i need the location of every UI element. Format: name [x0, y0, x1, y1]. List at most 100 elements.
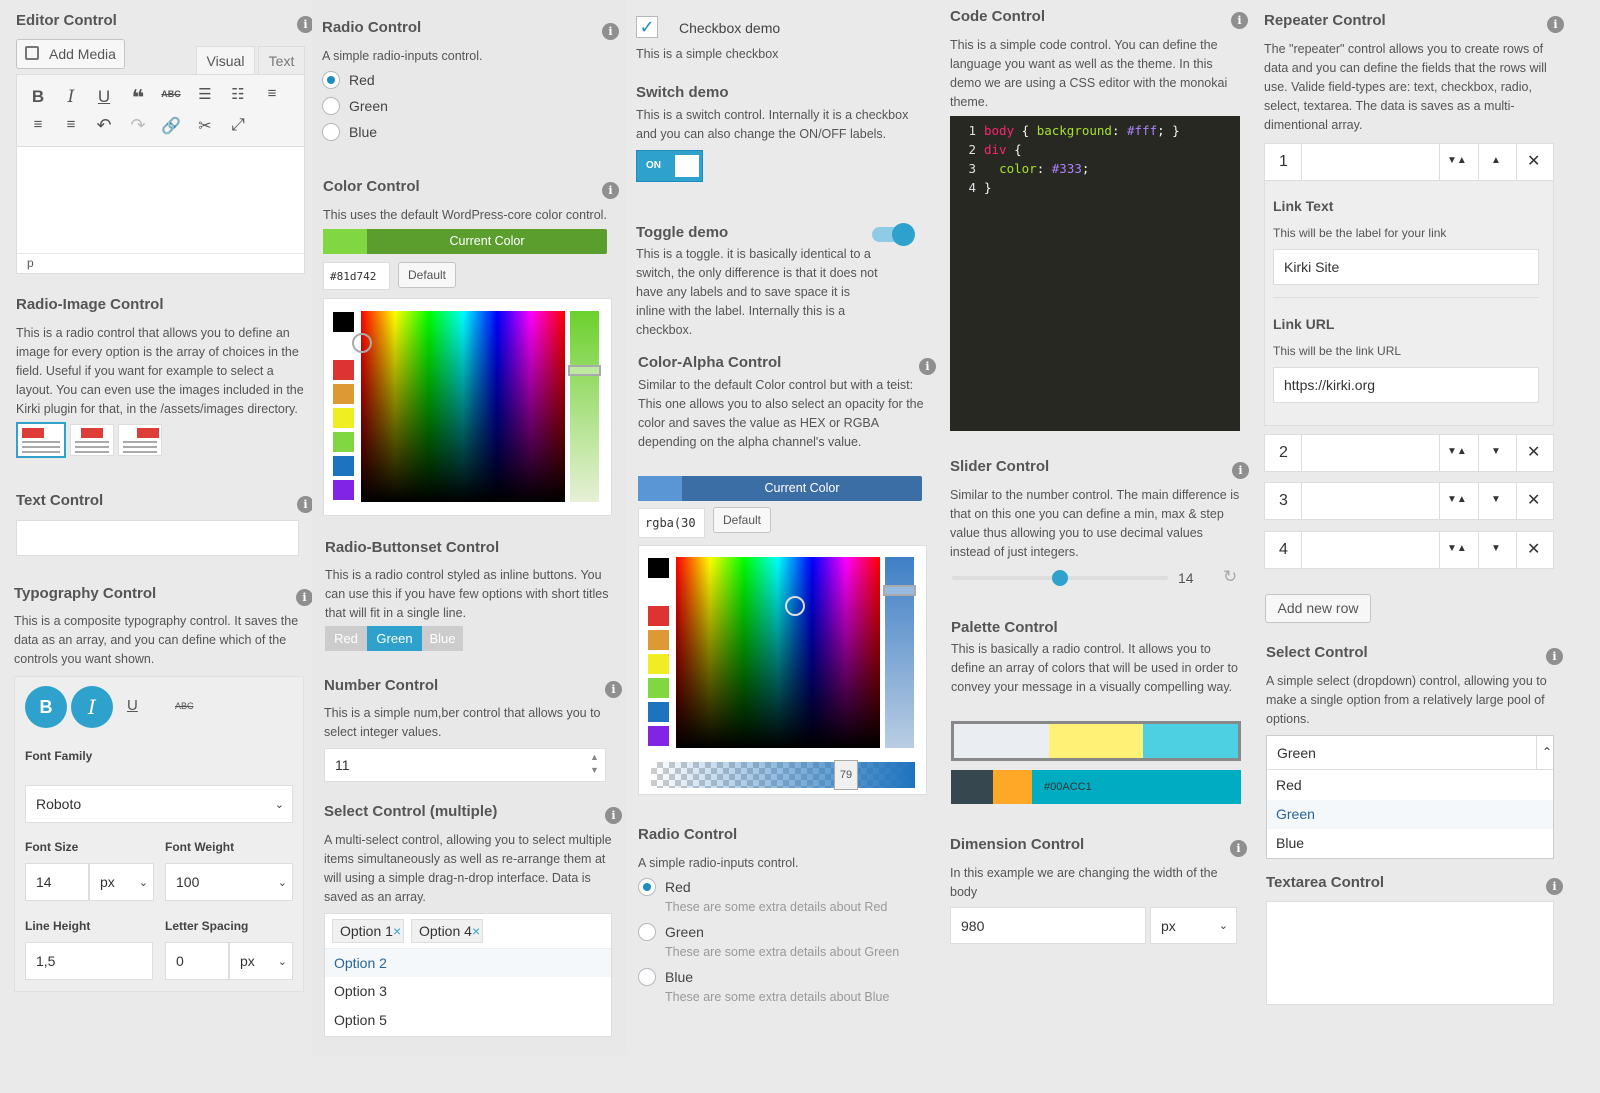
fullscreen-icon[interactable]: ⤢ [225, 115, 251, 135]
link-text-input[interactable]: Kirki Site [1273, 249, 1539, 285]
move-icon[interactable]: ▼▲ [1447, 446, 1467, 457]
remove-icon[interactable]: × [393, 923, 401, 939]
alpha-value-input[interactable]: rgba(30 [638, 508, 705, 538]
collapse-icon[interactable]: ▲ [1491, 155, 1501, 166]
buttonset-blue[interactable]: Blue [422, 626, 463, 651]
undo-icon[interactable]: ↶ [91, 115, 117, 136]
expand-icon[interactable]: ▼ [1491, 446, 1501, 457]
option-item[interactable]: Option 5 [325, 1006, 611, 1035]
bullet-list-icon[interactable]: ☰ [192, 85, 218, 103]
slider-handle[interactable] [1052, 570, 1068, 586]
buttonset-red[interactable]: Red [325, 626, 367, 651]
move-icon[interactable]: ▼▲ [1447, 494, 1467, 505]
alpha-hue-gradient[interactable] [676, 557, 880, 748]
font-family-select[interactable]: Roboto ⌄ [25, 785, 293, 823]
info-icon[interactable]: i [605, 681, 622, 698]
info-icon[interactable]: i [1546, 878, 1563, 895]
tab-text[interactable]: Text [258, 46, 305, 74]
select-current[interactable]: Green [1267, 736, 1553, 770]
remove-icon[interactable]: × [472, 923, 480, 939]
info-icon[interactable]: i [1546, 648, 1563, 665]
number-input[interactable]: 11 [324, 748, 606, 782]
font-size-input[interactable]: 14 [25, 863, 89, 901]
redo-icon[interactable]: ↷ [125, 115, 151, 136]
slider-track[interactable] [952, 570, 1168, 586]
align-right-icon[interactable]: ≡ [58, 116, 84, 133]
italic-icon[interactable]: I [58, 87, 84, 107]
code-editor[interactable]: 1234 body { background: #fff; } div { co… [950, 116, 1240, 431]
info-icon[interactable]: i [602, 182, 619, 199]
blockquote-icon[interactable]: ❝ [125, 85, 151, 111]
layout-option-1[interactable] [16, 422, 66, 458]
font-size-unit-select[interactable]: px ⌄ [89, 863, 154, 901]
selected-tag[interactable]: Option 4× [411, 919, 483, 943]
toggle-switch[interactable] [872, 223, 915, 246]
layout-option-2[interactable] [70, 424, 114, 456]
info-icon[interactable]: i [1547, 16, 1564, 33]
slider-handle[interactable] [568, 365, 601, 376]
dimension-unit-select[interactable]: px ⌄ [1150, 907, 1237, 944]
picker-handle[interactable] [352, 333, 372, 353]
delete-icon[interactable]: ✕ [1527, 539, 1540, 559]
alpha-color-picker[interactable]: 79 [638, 545, 927, 795]
move-icon[interactable]: ▼▲ [1447, 155, 1467, 166]
delete-icon[interactable]: ✕ [1527, 490, 1540, 510]
alpha-default-button[interactable]: Default [713, 507, 771, 533]
strikethrough-icon[interactable]: ABC [158, 89, 184, 99]
align-center-icon[interactable]: ≡ [25, 116, 51, 133]
repeater-row-header[interactable]: 1 ▼▲ ▲ ✕ [1264, 143, 1554, 181]
underline-toggle-icon[interactable]: U [127, 697, 138, 714]
color-hex-input[interactable]: #81d742 [323, 262, 390, 290]
buttonset-green[interactable]: Green [367, 626, 422, 651]
bold-icon[interactable]: B [25, 87, 51, 107]
radio2-blue[interactable] [638, 968, 656, 986]
alpha-slider[interactable] [651, 762, 915, 788]
expand-icon[interactable]: ▼ [1491, 543, 1501, 554]
link-url-input[interactable]: https://kirki.org [1273, 367, 1539, 403]
alpha-slider-handle[interactable] [883, 585, 916, 596]
palette-option-1[interactable] [951, 721, 1241, 761]
delete-icon[interactable]: ✕ [1527, 442, 1540, 462]
color-default-button[interactable]: Default [398, 262, 456, 288]
move-icon[interactable]: ▼▲ [1447, 543, 1467, 554]
unlink-icon[interactable]: ✂ [192, 116, 218, 136]
hue-gradient[interactable] [361, 311, 565, 502]
saturation-slider[interactable] [570, 311, 599, 502]
alpha-handle-value[interactable]: 79 [834, 760, 858, 790]
letter-spacing-unit-select[interactable]: px ⌄ [229, 942, 293, 980]
delete-icon[interactable]: ✕ [1527, 151, 1540, 171]
reset-icon[interactable]: ↻ [1223, 567, 1237, 587]
color-picker[interactable] [323, 298, 612, 516]
info-icon[interactable]: i [1230, 840, 1247, 857]
radio-red[interactable] [322, 71, 340, 89]
select-option[interactable]: Blue [1267, 829, 1553, 858]
radio2-green[interactable] [638, 923, 656, 941]
option-item[interactable]: Option 3 [325, 977, 611, 1006]
expand-icon[interactable]: ▼ [1491, 494, 1501, 505]
repeater-row-header[interactable]: 3 ▼▲ ▼ ✕ [1264, 482, 1554, 520]
radio-blue[interactable] [322, 123, 340, 141]
textarea-input[interactable] [1266, 901, 1554, 1005]
option-item[interactable]: Option 2 [325, 948, 611, 977]
palette-option-2[interactable]: #00ACC1 [951, 770, 1241, 804]
editor-content[interactable] [17, 147, 304, 251]
radio2-red[interactable] [638, 878, 656, 896]
multi-select-box[interactable]: Option 1× Option 4× Option 2 Option 3 Op… [324, 913, 612, 1037]
select-option[interactable]: Red [1267, 771, 1553, 800]
info-icon[interactable]: i [605, 807, 622, 824]
strikethrough-toggle-icon[interactable]: ABC [175, 701, 194, 711]
radio-green[interactable] [322, 97, 340, 115]
line-height-input[interactable]: 1,5 [25, 942, 153, 980]
alpha-current-color-button[interactable]: Current Color [638, 476, 922, 501]
tab-visual[interactable]: Visual [196, 46, 255, 74]
add-media-button[interactable]: Add Media [16, 39, 125, 69]
repeater-row-header[interactable]: 2 ▼▲ ▼ ✕ [1264, 434, 1554, 472]
selected-tag[interactable]: Option 1× [332, 919, 404, 943]
current-color-button[interactable]: Current Color [323, 229, 607, 254]
info-icon[interactable]: i [296, 589, 313, 606]
add-new-row-button[interactable]: Add new row [1265, 594, 1371, 623]
switch-toggle[interactable]: ON [636, 150, 703, 182]
font-weight-select[interactable]: 100 ⌄ [165, 863, 293, 901]
numbered-list-icon[interactable]: ☷ [225, 85, 251, 103]
link-icon[interactable]: 🔗 [158, 116, 184, 136]
